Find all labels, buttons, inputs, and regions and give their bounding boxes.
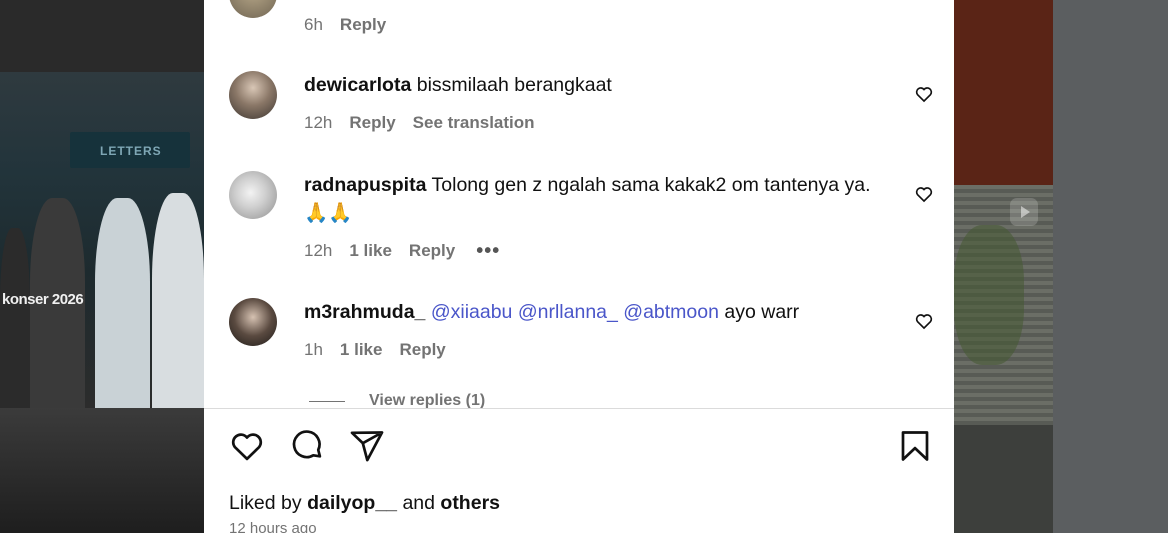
comment-meta: 12h Reply See translation: [304, 113, 552, 133]
liked-by-username[interactable]: dailyop__: [307, 492, 397, 514]
like-count[interactable]: 1 like: [349, 241, 392, 261]
see-translation-button[interactable]: See translation: [413, 113, 535, 133]
like-count[interactable]: 1 like: [340, 340, 383, 360]
heart-icon[interactable]: [914, 84, 934, 104]
bookmark-icon[interactable]: [897, 428, 933, 464]
comment-username[interactable]: m3rahmuda_: [304, 301, 425, 323]
comment-body: ayo warr: [724, 301, 800, 323]
avatar[interactable]: [229, 71, 277, 119]
post-actions-bar: [229, 428, 931, 468]
mention-link[interactable]: @xiiaabu: [431, 301, 513, 323]
post-detail-panel: 6h Reply dewicarlota bissmilaah berangka…: [204, 0, 954, 533]
reply-button[interactable]: Reply: [340, 15, 386, 35]
view-replies-button[interactable]: View replies (1): [309, 392, 485, 408]
avatar[interactable]: [229, 171, 277, 219]
comment-text: m3rahmuda_ @xiiaabu @nrllanna_ @abtmoon …: [304, 298, 884, 326]
view-replies-line: [309, 400, 345, 402]
reply-button[interactable]: Reply: [409, 241, 455, 261]
view-replies-label: View replies (1): [369, 392, 486, 408]
avatar[interactable]: [229, 298, 277, 346]
comment-item: 6h Reply: [229, 0, 929, 34]
heart-icon[interactable]: [914, 184, 934, 204]
divider: [204, 408, 954, 409]
comment-time: 12h: [304, 113, 333, 132]
background-lower-photo: [0, 408, 204, 533]
comment-meta: 12h 1 like Reply •••: [304, 241, 517, 261]
reply-button[interactable]: Reply: [349, 113, 395, 133]
share-icon[interactable]: [349, 428, 385, 464]
liked-by-text: Liked by dailyop__ and others: [229, 492, 501, 514]
background-post-left: LETTERS konser 2026: [0, 0, 204, 533]
background-strip: [0, 0, 204, 72]
comment-username[interactable]: dewicarlota: [304, 74, 411, 96]
comment-time: 6h: [304, 15, 323, 34]
mention-link[interactable]: @nrllanna_: [518, 301, 618, 323]
comment-time: 1h: [304, 340, 323, 359]
background-post-right: [954, 0, 1168, 533]
comment-text: dewicarlota bissmilaah berangkaat: [304, 71, 884, 99]
comment-meta: 6h Reply: [304, 15, 403, 35]
comment-text: radnapuspita Tolong gen z ngalah sama ka…: [304, 171, 884, 227]
heart-icon[interactable]: [229, 428, 265, 464]
mention-link[interactable]: @abtmoon: [623, 301, 719, 323]
avatar[interactable]: [229, 0, 277, 18]
reply-button[interactable]: Reply: [399, 340, 445, 360]
background-caption: konser 2026: [2, 291, 84, 308]
liked-by-others[interactable]: others: [440, 492, 500, 514]
post-timestamp[interactable]: 12 hours ago: [229, 520, 317, 533]
background-banner: LETTERS: [70, 132, 190, 168]
video-play-icon: [1010, 198, 1038, 226]
heart-icon[interactable]: [914, 311, 934, 331]
comment-time: 12h: [304, 241, 333, 260]
comment-item: radnapuspita Tolong gen z ngalah sama ka…: [229, 171, 933, 271]
background-photo: LETTERS: [0, 72, 204, 408]
comment-meta: 1h 1 like Reply: [304, 340, 463, 360]
comment-item: dewicarlota bissmilaah berangkaat 12h Re…: [229, 71, 933, 141]
more-options-icon[interactable]: •••: [476, 241, 500, 261]
comments-list[interactable]: 6h Reply dewicarlota bissmilaah berangka…: [204, 0, 954, 408]
comment-username[interactable]: radnapuspita: [304, 174, 426, 196]
comment-body: bissmilaah berangkaat: [416, 74, 612, 96]
comment-icon[interactable]: [289, 428, 325, 464]
